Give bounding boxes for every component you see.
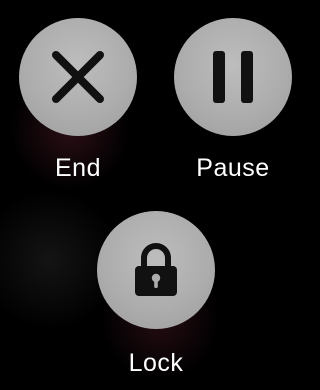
pause-label: Pause (196, 154, 270, 182)
pause-button[interactable] (174, 18, 292, 136)
close-icon (52, 51, 104, 103)
lock-label: Lock (128, 349, 184, 377)
workout-controls-screen: End Pause Lock (0, 0, 312, 390)
lock-button[interactable] (97, 211, 215, 329)
pause-action: Pause (174, 18, 292, 181)
end-action: End (19, 18, 137, 181)
lock-action: Lock (97, 211, 215, 376)
pause-icon (213, 51, 253, 103)
end-label: End (55, 154, 101, 182)
lock-icon (135, 243, 177, 296)
end-button[interactable] (19, 18, 137, 136)
